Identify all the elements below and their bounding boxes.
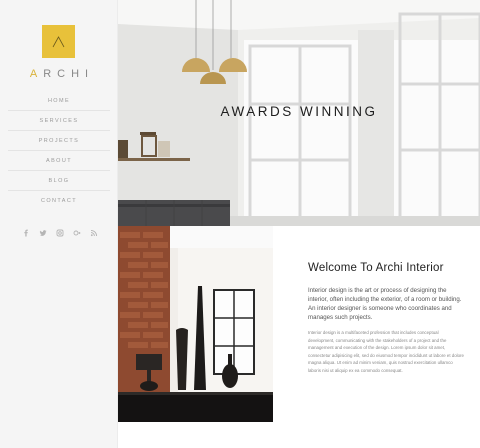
- interior-photo-image: [118, 226, 273, 422]
- nav-item-home[interactable]: HOME: [8, 91, 110, 111]
- nav-item-blog[interactable]: BLOG: [8, 171, 110, 191]
- welcome-body: Interior design is a multifaceted profes…: [308, 330, 464, 373]
- logo[interactable]: [42, 25, 75, 58]
- interior-photo: [118, 226, 273, 422]
- rss-icon[interactable]: [90, 229, 98, 237]
- sidebar: ARCHI HOME SERVICES PROJECTS ABOUT BLOG …: [0, 0, 118, 448]
- nav-item-about[interactable]: ABOUT: [8, 151, 110, 171]
- nav-item-contact[interactable]: CONTACT: [8, 191, 110, 211]
- social-links: [22, 229, 98, 237]
- brand-name-rest: RCHI: [43, 68, 95, 80]
- nav-item-services[interactable]: SERVICES: [8, 111, 110, 131]
- logo-mark-icon: [52, 36, 65, 48]
- nav-item-projects[interactable]: PROJECTS: [8, 131, 110, 151]
- welcome-title: Welcome To Archi Interior: [308, 262, 444, 274]
- brand-name: ARCHI: [0, 68, 118, 80]
- main-nav: HOME SERVICES PROJECTS ABOUT BLOG CONTAC…: [8, 91, 110, 211]
- instagram-icon[interactable]: [56, 229, 64, 237]
- brand-name-accent: A: [29, 68, 44, 80]
- facebook-icon[interactable]: [22, 229, 30, 237]
- welcome-lead: Interior design is the art or process of…: [308, 287, 462, 321]
- hero-banner: AWARDS WINNING: [118, 0, 480, 226]
- welcome-section: Welcome To Archi Interior Interior desig…: [308, 262, 466, 375]
- google-plus-icon[interactable]: [73, 229, 81, 237]
- twitter-icon[interactable]: [39, 229, 47, 237]
- hero-title: AWARDS WINNING: [220, 104, 378, 119]
